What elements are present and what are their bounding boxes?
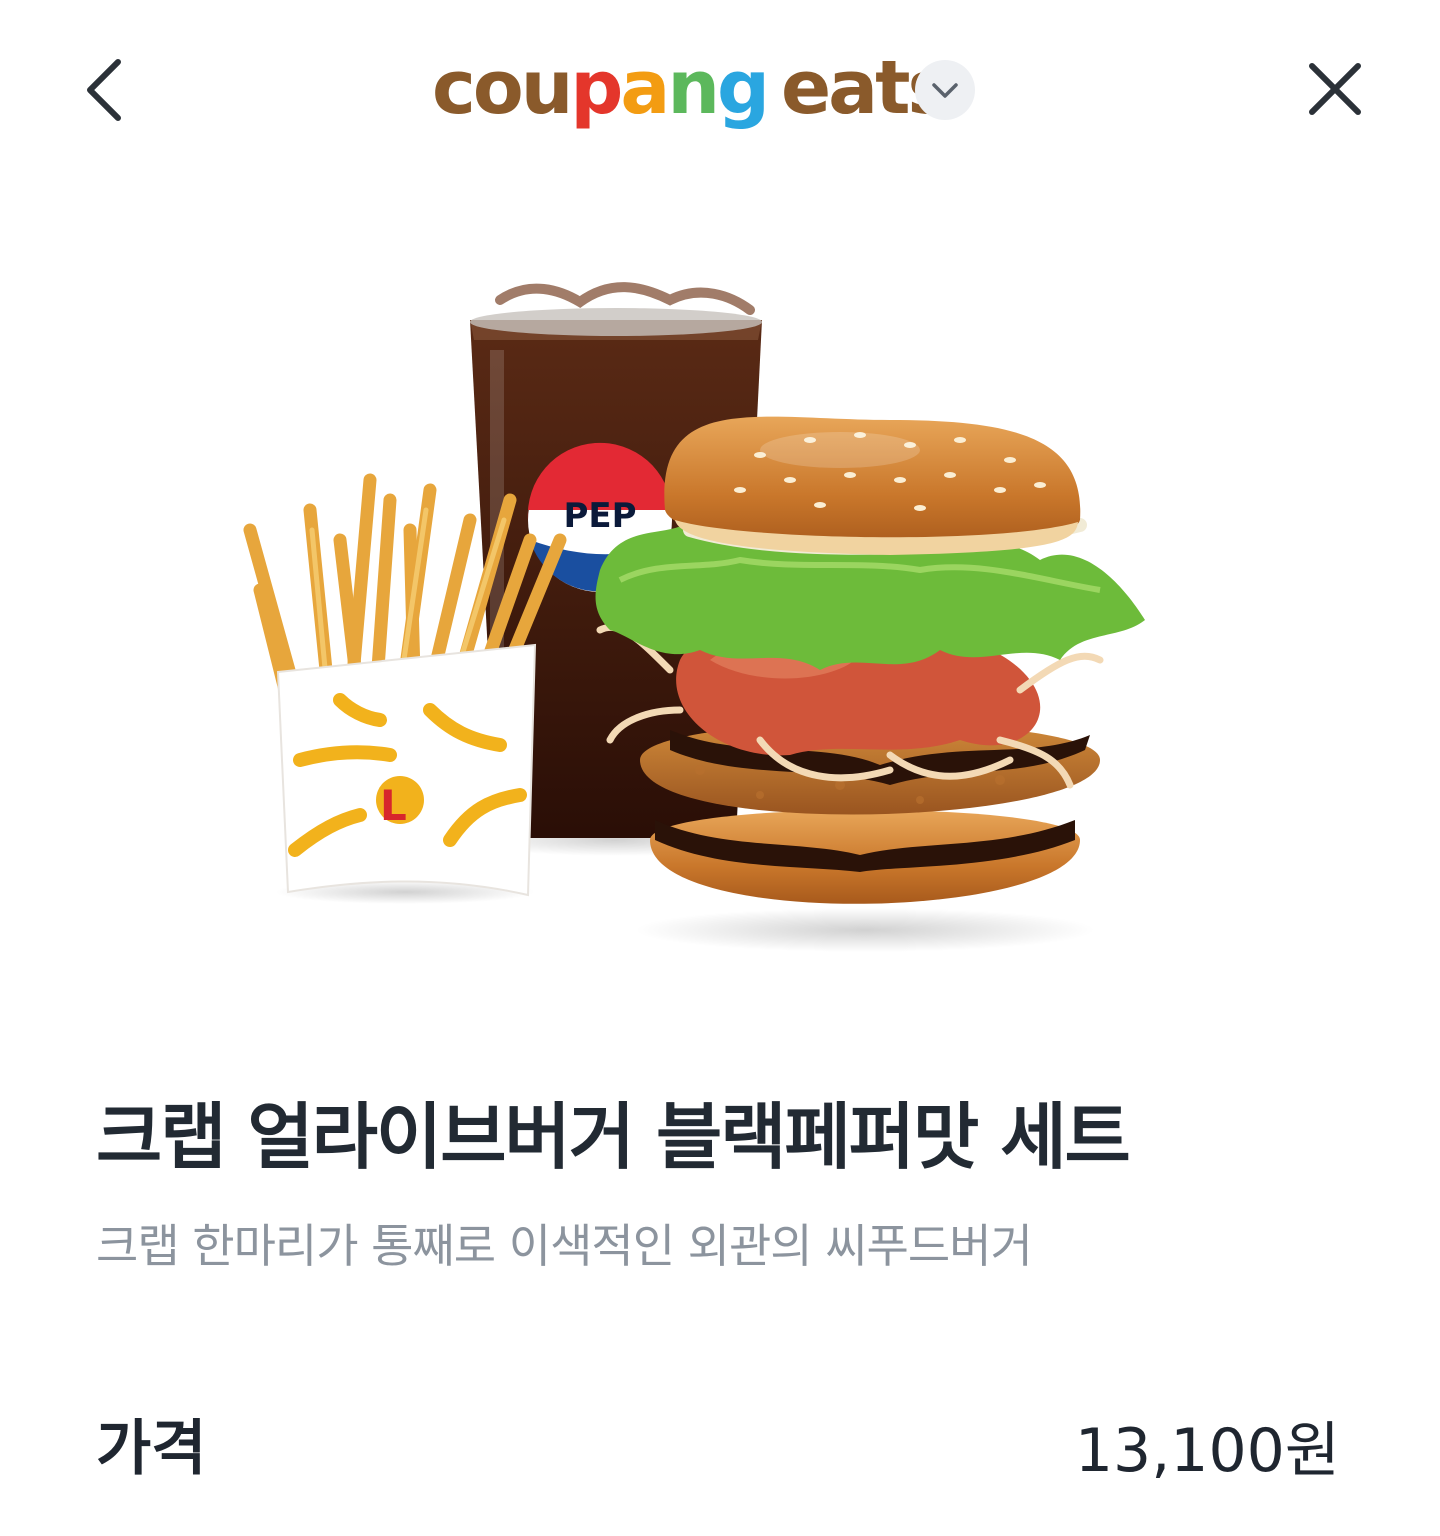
close-button[interactable]: [1296, 52, 1376, 128]
logo-part-cou: cou: [432, 45, 573, 131]
chevron-left-icon: [87, 59, 121, 121]
pepsi-text: PEP: [563, 496, 636, 536]
product-image: PEP L: [200, 240, 1200, 980]
close-icon: [1309, 63, 1361, 115]
header: coupang eats: [0, 0, 1440, 180]
menu-detail-page: coupang eats PEP L 크랩 얼라이브버거 블랙페퍼맛 세트 크랩…: [0, 0, 1440, 1536]
crab-burger: [595, 416, 1145, 952]
product-description: 크랩 한마리가 통째로 이색적인 외관의 씨푸드버거: [96, 1219, 1033, 1273]
logo-part-a: a: [620, 45, 670, 131]
chevron-down-icon: [932, 83, 958, 98]
service-switch-dropdown[interactable]: [915, 60, 975, 120]
fries-brand-logo: L: [380, 781, 407, 830]
logo-part-g: g: [717, 45, 770, 131]
product-title: 크랩 얼라이브버거 블랙페퍼맛 세트: [96, 1095, 1131, 1179]
price-label: 가격: [96, 1414, 207, 1484]
logo-part-n: n: [667, 45, 720, 131]
logo-part-p: p: [570, 45, 623, 131]
price-value: 13,100원: [1074, 1416, 1340, 1486]
back-button[interactable]: [72, 52, 144, 128]
coupang-eats-logo: coupang eats: [432, 38, 952, 138]
